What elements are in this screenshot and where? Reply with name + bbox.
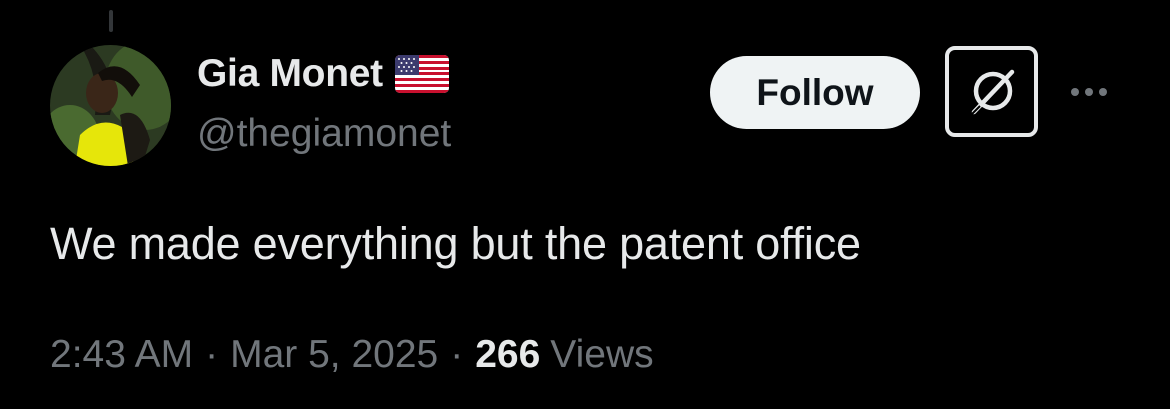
grok-icon bbox=[970, 69, 1014, 115]
tweet-time[interactable]: 2:43 AM bbox=[50, 333, 193, 377]
views-count[interactable]: 266 bbox=[475, 333, 540, 377]
more-options-button[interactable] bbox=[1064, 78, 1114, 106]
more-horizontal-icon-dot bbox=[1099, 88, 1107, 96]
author-display-name[interactable]: Gia Monet bbox=[197, 52, 383, 96]
avatar[interactable] bbox=[50, 45, 171, 166]
grok-button[interactable] bbox=[945, 46, 1038, 137]
tweet-meta: 2:43 AM · Mar 5, 2025 · 266 Views bbox=[50, 333, 654, 377]
more-horizontal-icon-dot bbox=[1085, 88, 1093, 96]
follow-button[interactable]: Follow bbox=[710, 56, 920, 129]
meta-separator: · bbox=[450, 333, 464, 376]
avatar-image bbox=[50, 45, 171, 166]
us-flag-icon bbox=[394, 55, 449, 93]
author-name-row: Gia Monet bbox=[197, 50, 449, 98]
more-horizontal-icon bbox=[1071, 88, 1079, 96]
tweet-text: We made everything but the patent office bbox=[50, 218, 861, 269]
author-handle[interactable]: @thegiamonet bbox=[197, 112, 451, 156]
meta-separator: · bbox=[205, 333, 219, 376]
tweet-date[interactable]: Mar 5, 2025 bbox=[230, 333, 438, 377]
views-label[interactable]: Views bbox=[550, 333, 653, 377]
thread-connector-line bbox=[109, 10, 113, 32]
